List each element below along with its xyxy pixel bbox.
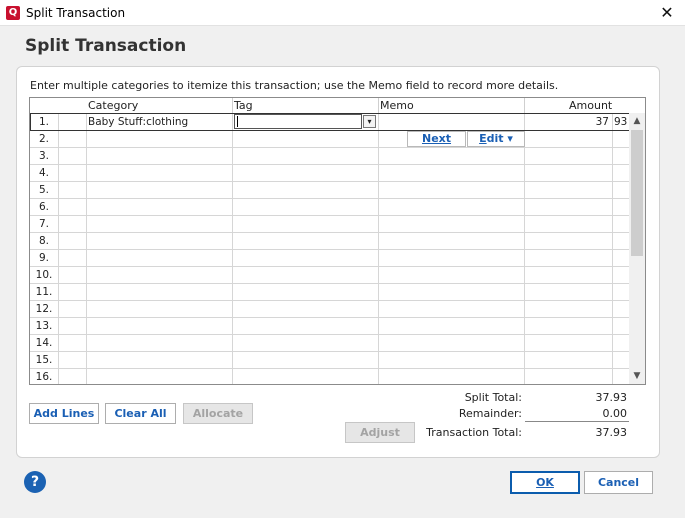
table-row[interactable]: 14. xyxy=(30,334,630,351)
chevron-down-icon[interactable]: ▼ xyxy=(629,368,645,384)
text-caret xyxy=(237,116,238,127)
transaction-total-value: 37.93 xyxy=(595,426,628,439)
column-divider xyxy=(58,113,59,384)
table-row[interactable]: 8. xyxy=(30,232,630,249)
transaction-total-label: Transaction Total: xyxy=(426,426,522,439)
row-number: 15. xyxy=(35,354,53,366)
table-row[interactable]: 2. xyxy=(30,130,630,147)
tag-input[interactable] xyxy=(234,114,362,129)
totals-divider xyxy=(525,421,629,422)
table-row[interactable]: 9. xyxy=(30,249,630,266)
column-header-category[interactable]: Category xyxy=(88,99,138,112)
row-number: 13. xyxy=(35,320,53,332)
amount-cell[interactable]: 37 xyxy=(522,116,609,128)
title-bar: Q Split Transaction ✕ xyxy=(0,0,685,26)
column-divider xyxy=(378,113,379,384)
remainder-label: Remainder: xyxy=(458,407,522,420)
close-button[interactable]: ✕ xyxy=(649,0,685,26)
row-number: 6. xyxy=(38,201,50,213)
row-number: 4. xyxy=(38,167,50,179)
row-number: 8. xyxy=(38,235,50,247)
edit-menu-button[interactable]: Edit ▾ xyxy=(467,131,525,147)
instructions-text: Enter multiple categories to itemize thi… xyxy=(30,79,559,92)
table-row[interactable]: 16. xyxy=(30,368,630,384)
row-number: 7. xyxy=(38,218,50,230)
chevron-up-icon[interactable]: ▲ xyxy=(629,113,645,129)
split-grid: Category Tag Memo Amount 1. Baby Stuff:cl… xyxy=(29,97,646,385)
help-icon[interactable]: ? xyxy=(24,471,46,493)
header-divider xyxy=(524,98,525,113)
header-divider xyxy=(232,98,233,113)
cancel-button[interactable]: Cancel xyxy=(584,471,653,494)
table-row[interactable]: 7. xyxy=(30,215,630,232)
table-row[interactable]: 10. xyxy=(30,266,630,283)
row-number: 9. xyxy=(38,252,50,264)
row-number: 10. xyxy=(35,269,53,281)
scroll-thumb[interactable] xyxy=(631,130,643,256)
next-button[interactable]: Next xyxy=(407,131,466,147)
page-title: Split Transaction xyxy=(25,36,187,56)
column-header-tag[interactable]: Tag xyxy=(234,99,253,112)
clear-all-button[interactable]: Clear All xyxy=(105,403,176,424)
category-cell[interactable]: Baby Stuff:clothing xyxy=(88,116,188,128)
allocate-button[interactable]: Allocate xyxy=(183,403,253,424)
table-row[interactable]: 13. xyxy=(30,317,630,334)
split-total-value: 37.93 xyxy=(595,391,628,404)
table-row[interactable]: 6. xyxy=(30,198,630,215)
row-number: 16. xyxy=(35,371,53,383)
edit-mnemonic: E xyxy=(479,132,487,145)
add-lines-button[interactable]: Add Lines xyxy=(29,403,99,424)
column-header-memo[interactable]: Memo xyxy=(380,99,414,112)
column-header-amount[interactable]: Amount xyxy=(569,99,612,112)
ok-button[interactable]: OK xyxy=(510,471,580,494)
dropdown-icon[interactable]: ▾ xyxy=(363,115,376,128)
row-number: 1. xyxy=(38,116,50,128)
remainder-value: 0.00 xyxy=(602,407,628,420)
vertical-scrollbar[interactable]: ▲ ▼ xyxy=(629,113,645,384)
column-divider xyxy=(524,113,525,384)
amount-cents-cell[interactable]: 93 xyxy=(614,116,627,128)
table-row[interactable]: 11. xyxy=(30,283,630,300)
table-row[interactable]: 3. xyxy=(30,147,630,164)
row-number: 3. xyxy=(38,150,50,162)
header-divider xyxy=(378,98,379,113)
chevron-down-icon: ▾ xyxy=(507,132,513,145)
table-row[interactable]: 15. xyxy=(30,351,630,368)
row-number: 5. xyxy=(38,184,50,196)
grid-header: Category Tag Memo Amount xyxy=(30,98,630,113)
row-number: 14. xyxy=(35,337,53,349)
table-row[interactable]: 4. xyxy=(30,164,630,181)
table-row[interactable]: 12. xyxy=(30,300,630,317)
quicken-logo-icon: Q xyxy=(6,6,20,20)
ok-label: OK xyxy=(536,476,554,489)
window-title: Split Transaction xyxy=(26,6,126,20)
row-number: 2. xyxy=(38,133,50,145)
table-row[interactable]: 5. xyxy=(30,181,630,198)
column-divider xyxy=(86,113,87,384)
column-divider xyxy=(232,113,233,384)
edit-label: dit xyxy=(486,132,504,145)
row-number: 11. xyxy=(35,286,53,298)
column-divider xyxy=(612,113,613,384)
row-number: 12. xyxy=(35,303,53,315)
split-total-label: Split Total: xyxy=(464,391,522,404)
